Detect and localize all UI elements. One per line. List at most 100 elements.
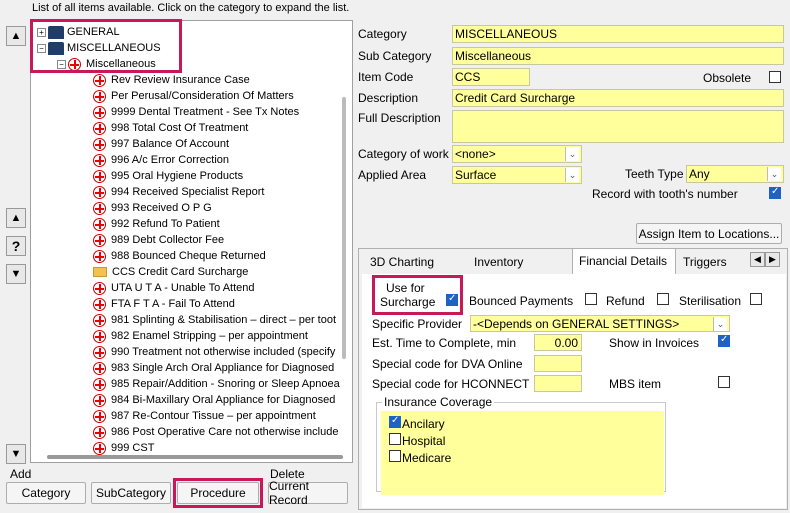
medical-cross-icon (93, 169, 106, 183)
chevron-down-icon[interactable]: ⌄ (565, 147, 579, 161)
tree-item[interactable]: CCS Credit Card Surcharge (93, 264, 248, 280)
tree-item[interactable]: 9999 Dental Treatment - See Tx Notes (93, 104, 299, 120)
medical-cross-icon (93, 393, 106, 407)
tree-item[interactable]: 988 Bounced Cheque Returned (93, 248, 266, 264)
medical-cross-icon (93, 313, 106, 327)
tab-scroll-left-button[interactable]: ◀ (750, 252, 765, 267)
record-with-tooth-checkbox[interactable] (769, 186, 781, 199)
move-down-button[interactable]: ▼ (6, 264, 26, 284)
category-of-work-select[interactable]: <none> ⌄ (452, 145, 582, 163)
tree-item[interactable]: 987 Re-Contour Tissue – per appointment (93, 408, 316, 424)
est-time-field[interactable]: 0.00 (534, 334, 582, 351)
tree-item[interactable]: Rev Review Insurance Case (93, 72, 250, 88)
tree-item[interactable]: Per Perusal/Consideration Of Matters (93, 88, 294, 104)
tab-3d-charting[interactable]: 3D Charting (364, 250, 464, 274)
description-field[interactable]: Credit Card Surcharge (452, 89, 784, 107)
applied-area-value: Surface (455, 168, 497, 182)
add-category-button[interactable]: Category (6, 482, 86, 504)
tree-item[interactable]: 998 Total Cost Of Treatment (93, 120, 248, 136)
insurance-medicare-checkbox[interactable] (389, 450, 401, 462)
tree-item[interactable]: 982 Enamel Stripping – per appointment (93, 328, 308, 344)
sub-category-field[interactable]: Miscellaneous (452, 47, 784, 65)
tree-item[interactable]: 993 Received O P G (93, 200, 212, 216)
medical-cross-icon (93, 345, 106, 359)
insurance-coverage-title: Insurance Coverage (382, 395, 495, 409)
medical-cross-icon (93, 201, 106, 215)
delete-current-record-button[interactable]: Current Record (268, 479, 348, 507)
medical-cross-icon (93, 153, 106, 167)
tree-item[interactable]: 983 Single Arch Oral Appliance for Diagn… (93, 360, 334, 376)
tree-item-label: 982 Enamel Stripping – per appointment (111, 330, 308, 342)
insurance-ancilary-label: Ancilary (402, 417, 445, 431)
help-button[interactable]: ? (6, 236, 26, 256)
tree-item-label: 992 Refund To Patient (111, 218, 220, 230)
tree-item[interactable]: 984 Bi-Maxillary Oral Appliance for Diag… (93, 392, 335, 408)
chevron-down-icon[interactable]: ⌄ (565, 168, 579, 182)
tab-scroll-right-button[interactable]: ▶ (765, 252, 780, 267)
medical-cross-icon (93, 281, 106, 295)
tab-inventory[interactable]: Inventory (468, 250, 568, 274)
bounced-payments-checkbox[interactable] (585, 293, 597, 305)
assign-to-locations-button[interactable]: Assign Item to Locations... (636, 223, 782, 244)
tree-item-label: 993 Received O P G (111, 202, 212, 214)
chevron-down-icon[interactable]: ⌄ (767, 167, 781, 181)
tree-item[interactable]: 986 Post Operative Care not otherwise in… (93, 424, 338, 440)
full-description-label: Full Description (358, 111, 441, 125)
specific-provider-value: -<Depends on GENERAL SETTINGS> (473, 317, 680, 331)
tree-item[interactable]: 981 Splinting & Stabilisation – direct –… (93, 312, 336, 328)
obsolete-checkbox[interactable] (769, 71, 781, 83)
category-of-work-value: <none> (455, 147, 496, 161)
specific-provider-select[interactable]: -<Depends on GENERAL SETTINGS> ⌄ (470, 315, 730, 332)
medical-cross-icon (93, 361, 106, 375)
tree-item[interactable]: 989 Debt Collector Fee (93, 232, 224, 248)
move-up-button[interactable]: ▲ (6, 208, 26, 228)
tree-horizontal-scrollbar[interactable] (47, 455, 343, 459)
tab-triggers[interactable]: Triggers (677, 250, 747, 274)
tree-item[interactable]: FTA F T A - Fail To Attend (93, 296, 235, 312)
tree-item[interactable]: 999 CST (93, 440, 154, 456)
arrow-up-bar-icon: ▲ (10, 30, 22, 42)
tree-item[interactable]: 995 Oral Hygiene Products (93, 168, 243, 184)
insurance-hospital-checkbox[interactable] (389, 433, 401, 445)
teeth-type-select[interactable]: Any ⌄ (686, 165, 784, 183)
tab-financial-details[interactable]: Financial Details (572, 248, 676, 275)
full-description-field[interactable] (452, 110, 784, 143)
insurance-medicare-label: Medicare (402, 451, 452, 465)
item-tree[interactable]: + GENERAL − MISCELLANEOUS − Miscellaneous R… (30, 20, 353, 463)
tree-item[interactable]: 997 Balance Of Account (93, 136, 229, 152)
move-top-button[interactable]: ▲ (6, 26, 26, 46)
insurance-ancilary-checkbox[interactable] (389, 415, 401, 428)
tree-vertical-scrollbar[interactable] (342, 97, 346, 359)
refund-checkbox[interactable] (657, 293, 669, 305)
show-in-invoices-checkbox[interactable] (718, 334, 730, 347)
move-bottom-button[interactable]: ▼ (6, 444, 26, 464)
mbs-item-checkbox[interactable] (718, 376, 730, 388)
tree-item-label: Per Perusal/Consideration Of Matters (111, 90, 294, 102)
category-field[interactable]: MISCELLANEOUS (452, 25, 784, 43)
tree-item[interactable]: 985 Repair/Addition - Snoring or Sleep A… (93, 376, 340, 392)
medical-cross-icon (93, 441, 106, 455)
tree-item-label: 999 CST (111, 442, 155, 454)
tree-item-label: 983 Single Arch Oral Appliance for Diagn… (111, 362, 335, 374)
hconnect-code-field[interactable] (534, 375, 582, 392)
folder-icon (93, 267, 107, 278)
sub-category-label: Sub Category (358, 49, 432, 63)
medical-cross-icon (93, 409, 106, 423)
tree-item[interactable]: 996 A/c Error Correction (93, 152, 229, 168)
sterilisation-checkbox[interactable] (750, 293, 762, 305)
chevron-down-icon[interactable]: ⌄ (713, 317, 727, 331)
item-code-field[interactable]: CCS (452, 68, 530, 86)
add-subcategory-button[interactable]: SubCategory (91, 482, 171, 504)
tree-item[interactable]: 992 Refund To Patient (93, 216, 220, 232)
tree-item[interactable]: 990 Treatment not otherwise included (sp… (93, 344, 335, 360)
medical-cross-icon (93, 377, 106, 391)
dva-code-field[interactable] (534, 355, 582, 372)
highlight-box (30, 19, 182, 73)
tree-item[interactable]: UTA U T A - Unable To Attend (93, 280, 255, 296)
tree-item-label: 990 Treatment not otherwise included (sp… (111, 346, 336, 358)
applied-area-select[interactable]: Surface ⌄ (452, 166, 582, 184)
medical-cross-icon (93, 137, 106, 151)
description-label: Description (358, 91, 419, 105)
add-label: Add (10, 467, 32, 481)
tree-item[interactable]: 994 Received Specialist Report (93, 184, 264, 200)
